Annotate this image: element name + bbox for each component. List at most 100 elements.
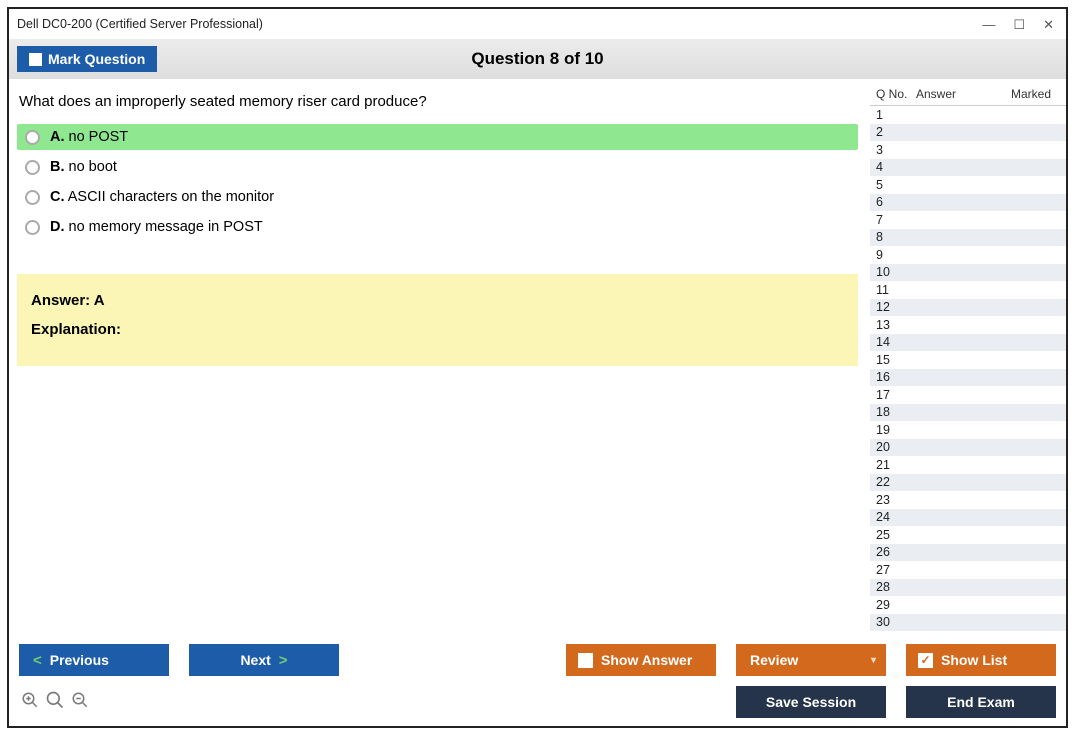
chevron-left-icon: < bbox=[33, 652, 42, 669]
qno-cell: 30 bbox=[876, 615, 916, 629]
qno-cell: 5 bbox=[876, 178, 916, 192]
qno-cell: 8 bbox=[876, 230, 916, 244]
option-label: B. no boot bbox=[50, 159, 117, 175]
qlist-row[interactable]: 10 bbox=[870, 264, 1066, 282]
mark-question-button[interactable]: Mark Question bbox=[17, 46, 157, 72]
qno-cell: 25 bbox=[876, 528, 916, 542]
qlist-row[interactable]: 15 bbox=[870, 351, 1066, 369]
qlist-row[interactable]: 1 bbox=[870, 106, 1066, 124]
footer-row-2: Save Session End Exam bbox=[19, 686, 1056, 718]
radio-icon bbox=[25, 130, 40, 145]
qlist-row[interactable]: 30 bbox=[870, 614, 1066, 632]
dropdown-caret-icon: ▾ bbox=[871, 655, 876, 666]
qlist-row[interactable]: 8 bbox=[870, 229, 1066, 247]
maximize-button[interactable]: ☐ bbox=[1013, 18, 1025, 31]
qno-cell: 15 bbox=[876, 353, 916, 367]
qlist-row[interactable]: 23 bbox=[870, 491, 1066, 509]
qno-cell: 18 bbox=[876, 405, 916, 419]
zoom-out-icon[interactable] bbox=[71, 691, 89, 714]
footer-row-1: < Previous Next > Show Answer Review ▾ ✓… bbox=[19, 644, 1056, 676]
qno-cell: 19 bbox=[876, 423, 916, 437]
zoom-in-icon[interactable] bbox=[45, 690, 65, 715]
previous-button[interactable]: < Previous bbox=[19, 644, 169, 676]
window-title: Dell DC0-200 (Certified Server Professio… bbox=[17, 17, 982, 31]
chevron-right-icon: > bbox=[279, 652, 288, 669]
radio-icon bbox=[25, 220, 40, 235]
window-controls: — ☐ ✕ bbox=[982, 18, 1054, 31]
option-label: A. no POST bbox=[50, 129, 128, 145]
answer-line: Answer: A bbox=[31, 292, 844, 309]
qno-cell: 26 bbox=[876, 545, 916, 559]
qno-cell: 9 bbox=[876, 248, 916, 262]
zoom-controls bbox=[19, 690, 89, 715]
checkbox-icon bbox=[578, 653, 593, 668]
qno-cell: 14 bbox=[876, 335, 916, 349]
qno-cell: 17 bbox=[876, 388, 916, 402]
qlist-row[interactable]: 28 bbox=[870, 579, 1066, 597]
col-marked: Marked bbox=[1011, 87, 1066, 101]
qlist-row[interactable]: 29 bbox=[870, 596, 1066, 614]
option-d[interactable]: D. no memory message in POST bbox=[17, 214, 858, 240]
qno-cell: 1 bbox=[876, 108, 916, 122]
zoom-reset-icon[interactable] bbox=[21, 691, 39, 714]
option-label: C. ASCII characters on the monitor bbox=[50, 189, 274, 205]
qlist-row[interactable]: 16 bbox=[870, 369, 1066, 387]
qlist-row[interactable]: 6 bbox=[870, 194, 1066, 212]
show-list-button[interactable]: ✓ Show List bbox=[906, 644, 1056, 676]
option-label: D. no memory message in POST bbox=[50, 219, 263, 235]
qno-cell: 28 bbox=[876, 580, 916, 594]
titlebar: Dell DC0-200 (Certified Server Professio… bbox=[9, 9, 1066, 39]
qlist-row[interactable]: 7 bbox=[870, 211, 1066, 229]
qlist-row[interactable]: 9 bbox=[870, 246, 1066, 264]
qno-cell: 7 bbox=[876, 213, 916, 227]
qlist-row[interactable]: 3 bbox=[870, 141, 1066, 159]
option-a[interactable]: A. no POST bbox=[17, 124, 858, 150]
next-button[interactable]: Next > bbox=[189, 644, 339, 676]
qlist-row[interactable]: 12 bbox=[870, 299, 1066, 317]
qno-cell: 12 bbox=[876, 300, 916, 314]
radio-icon bbox=[25, 160, 40, 175]
show-answer-button[interactable]: Show Answer bbox=[566, 644, 716, 676]
qlist-row[interactable]: 11 bbox=[870, 281, 1066, 299]
close-button[interactable]: ✕ bbox=[1043, 18, 1054, 31]
qno-cell: 13 bbox=[876, 318, 916, 332]
qno-cell: 23 bbox=[876, 493, 916, 507]
qno-cell: 29 bbox=[876, 598, 916, 612]
qlist-row[interactable]: 4 bbox=[870, 159, 1066, 177]
qno-cell: 16 bbox=[876, 370, 916, 384]
qlist-row[interactable]: 17 bbox=[870, 386, 1066, 404]
qno-cell: 4 bbox=[876, 160, 916, 174]
qlist-row[interactable]: 18 bbox=[870, 404, 1066, 422]
radio-icon bbox=[25, 190, 40, 205]
review-button[interactable]: Review ▾ bbox=[736, 644, 886, 676]
explanation-label: Explanation: bbox=[31, 321, 844, 338]
qlist-row[interactable]: 14 bbox=[870, 334, 1066, 352]
option-c[interactable]: C. ASCII characters on the monitor bbox=[17, 184, 858, 210]
qno-cell: 2 bbox=[876, 125, 916, 139]
qno-cell: 3 bbox=[876, 143, 916, 157]
qno-cell: 22 bbox=[876, 475, 916, 489]
qlist-row[interactable]: 21 bbox=[870, 456, 1066, 474]
option-b[interactable]: B. no boot bbox=[17, 154, 858, 180]
save-session-button[interactable]: Save Session bbox=[736, 686, 886, 718]
footer: < Previous Next > Show Answer Review ▾ ✓… bbox=[9, 638, 1066, 726]
qlist-row[interactable]: 2 bbox=[870, 124, 1066, 142]
mark-question-label: Mark Question bbox=[48, 51, 145, 67]
qlist-row[interactable]: 5 bbox=[870, 176, 1066, 194]
question-counter: Question 8 of 10 bbox=[471, 49, 603, 69]
qlist-row[interactable]: 26 bbox=[870, 544, 1066, 562]
qlist-row[interactable]: 20 bbox=[870, 439, 1066, 457]
question-list[interactable]: 1234567891011121314151617181920212223242… bbox=[870, 105, 1066, 638]
qlist-row[interactable]: 19 bbox=[870, 421, 1066, 439]
qlist-row[interactable]: 27 bbox=[870, 561, 1066, 579]
end-exam-button[interactable]: End Exam bbox=[906, 686, 1056, 718]
minimize-button[interactable]: — bbox=[982, 18, 995, 31]
qlist-row[interactable]: 22 bbox=[870, 474, 1066, 492]
app-window: Dell DC0-200 (Certified Server Professio… bbox=[7, 7, 1068, 728]
qlist-row[interactable]: 13 bbox=[870, 316, 1066, 334]
options-list: A. no POST B. no boot C. ASCII characters … bbox=[17, 124, 858, 244]
qno-cell: 11 bbox=[876, 283, 916, 297]
qno-cell: 24 bbox=[876, 510, 916, 524]
qlist-row[interactable]: 25 bbox=[870, 526, 1066, 544]
qlist-row[interactable]: 24 bbox=[870, 509, 1066, 527]
